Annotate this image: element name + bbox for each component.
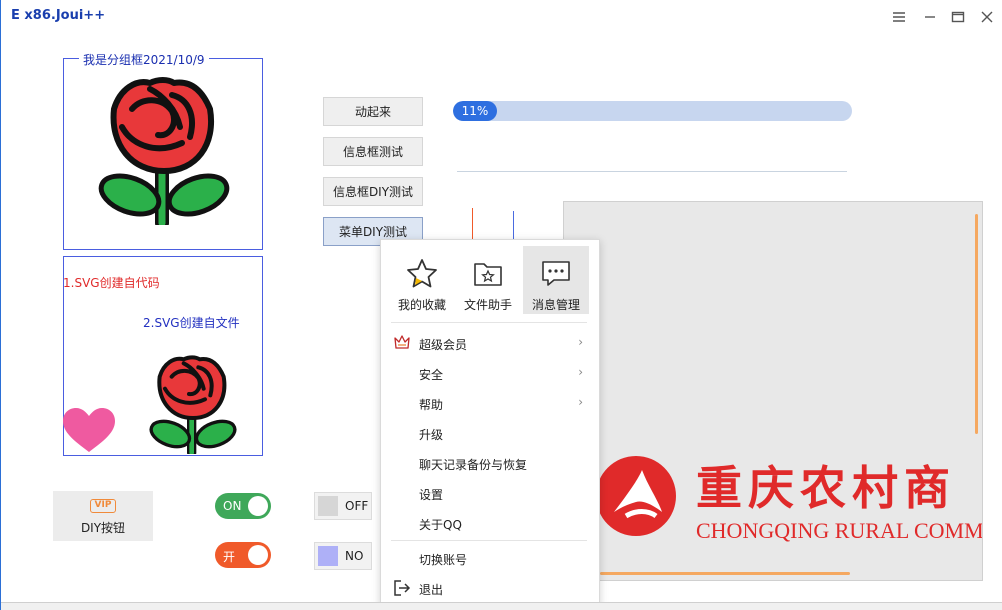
divider-line bbox=[457, 171, 847, 172]
vertical-slider-blue[interactable] bbox=[513, 211, 514, 240]
image-panel: 重庆农村商 CHONGQING RURAL COMM bbox=[563, 201, 983, 581]
banner-en-text: CHONGQING RURAL COMM bbox=[696, 518, 982, 543]
banner-cn-text: 重庆农村商 bbox=[696, 461, 956, 515]
vertical-slider-orange[interactable] bbox=[472, 208, 473, 240]
scrollbar-horizontal[interactable] bbox=[600, 572, 850, 575]
svg-code-label: 1.SVG创建自代码 bbox=[63, 276, 160, 290]
vip-icon: VIP bbox=[90, 499, 116, 513]
menu-item-label: 帮助 bbox=[419, 398, 444, 412]
checkbox-off[interactable]: OFF bbox=[314, 492, 372, 520]
chevron-right-icon: › bbox=[578, 365, 583, 379]
toggle-switch-kai[interactable]: 开 bbox=[215, 542, 271, 568]
bank-logo-icon bbox=[596, 456, 676, 536]
toggle-label: 开 bbox=[223, 550, 236, 564]
context-menu: 我的收藏 文件助手 消息管理 超级会员 › 安全 › 帮助 › 升级 聊天记录备… bbox=[380, 239, 600, 607]
svg-file-label: 2.SVG创建自文件 bbox=[143, 316, 240, 330]
checkbox-no[interactable]: NO bbox=[314, 542, 372, 570]
scrollbar-vertical[interactable] bbox=[975, 214, 978, 434]
menu-top-file-helper[interactable]: 文件助手 bbox=[455, 246, 521, 314]
menu-top-message-manager[interactable]: 消息管理 bbox=[523, 246, 589, 314]
menu-item-exit[interactable]: 退出 bbox=[381, 573, 599, 603]
menu-item-settings[interactable]: 设置 bbox=[381, 478, 599, 508]
menu-item-label: 设置 bbox=[419, 488, 444, 502]
maximize-icon[interactable] bbox=[949, 8, 967, 26]
msgbox-test-button[interactable]: 信息框测试 bbox=[323, 137, 423, 166]
menu-icon[interactable] bbox=[890, 8, 908, 26]
toggle-label: ON bbox=[223, 499, 242, 513]
crown-icon bbox=[394, 335, 410, 349]
menu-item-label: 聊天记录备份与恢复 bbox=[419, 458, 528, 472]
menu-top-favorites[interactable]: 我的收藏 bbox=[389, 246, 455, 314]
group-label: 我是分组框2021/10/9 bbox=[79, 51, 209, 68]
toggle-knob bbox=[248, 545, 268, 565]
diy-button-label: DIY按钮 bbox=[80, 521, 126, 535]
folder-star-icon bbox=[474, 263, 502, 286]
status-bar bbox=[1, 602, 1002, 610]
diy-button[interactable]: VIP DIY按钮 bbox=[53, 491, 153, 541]
star-icon bbox=[407, 259, 437, 288]
minimize-icon[interactable] bbox=[921, 8, 939, 26]
rose-small-icon bbox=[149, 355, 237, 454]
menu-item-help[interactable]: 帮助 › bbox=[381, 388, 599, 418]
menu-item-super-member[interactable]: 超级会员 › bbox=[381, 328, 599, 358]
menu-top-label: 消息管理 bbox=[531, 298, 580, 312]
heart-icon bbox=[63, 408, 115, 452]
close-icon[interactable] bbox=[978, 8, 996, 26]
menu-item-chat-backup[interactable]: 聊天记录备份与恢复 bbox=[381, 448, 599, 478]
message-icon bbox=[542, 261, 570, 286]
window-title: E x86.Joui++ bbox=[11, 8, 106, 23]
app-window: E x86.Joui++ 我是分组框2021/10/9 1.SVG创建自代码 2… bbox=[0, 0, 1002, 610]
menu-item-security[interactable]: 安全 › bbox=[381, 358, 599, 388]
menu-item-label: 关于QQ bbox=[419, 518, 462, 532]
menu-separator bbox=[391, 322, 587, 323]
progress-bar: 11% bbox=[453, 101, 852, 121]
exit-icon bbox=[394, 580, 411, 596]
title-bar: E x86.Joui++ bbox=[1, 0, 1002, 34]
menu-item-label: 切换账号 bbox=[419, 553, 468, 567]
rose-icon bbox=[98, 77, 230, 225]
menu-item-label: 退出 bbox=[419, 583, 444, 597]
animate-button[interactable]: 动起来 bbox=[323, 97, 423, 126]
menu-separator bbox=[391, 540, 587, 541]
menu-item-label: 升级 bbox=[419, 428, 444, 442]
menu-top-label: 文件助手 bbox=[463, 298, 512, 312]
menu-item-label: 安全 bbox=[419, 368, 444, 382]
msgbox-diy-test-button[interactable]: 信息框DIY测试 bbox=[323, 177, 423, 206]
bank-banner: 重庆农村商 CHONGQING RURAL COMM bbox=[564, 442, 982, 562]
menu-item-switch-account[interactable]: 切换账号 bbox=[381, 543, 599, 573]
checkbox-square bbox=[318, 496, 338, 516]
progress-text: 11% bbox=[461, 104, 489, 118]
menu-top-label: 我的收藏 bbox=[397, 298, 446, 312]
menu-item-label: 超级会员 bbox=[419, 338, 468, 352]
menu-item-about-qq[interactable]: 关于QQ bbox=[381, 508, 599, 538]
checkbox-label: OFF bbox=[345, 499, 369, 513]
chevron-right-icon: › bbox=[578, 395, 583, 409]
chevron-right-icon: › bbox=[578, 335, 583, 349]
group-box bbox=[63, 58, 263, 250]
checkbox-label: NO bbox=[345, 549, 364, 563]
progress-fill: 11% bbox=[453, 101, 497, 121]
menu-item-upgrade[interactable]: 升级 bbox=[381, 418, 599, 448]
toggle-switch-on[interactable]: ON bbox=[215, 493, 271, 519]
toggle-knob bbox=[248, 496, 268, 516]
checkbox-square bbox=[318, 546, 338, 566]
